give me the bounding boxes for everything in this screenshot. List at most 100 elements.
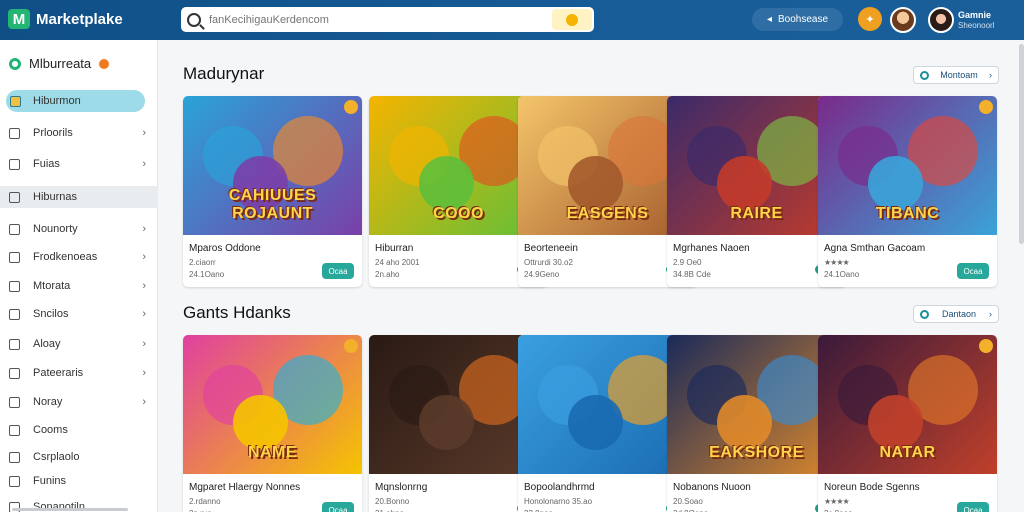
card-artwork[interactable]: TIBANC [818,96,997,235]
box-icon [9,251,20,263]
user-subtitle: Sheonoorl [958,21,995,30]
card-title[interactable]: Mparos Oddone [189,243,261,254]
top-bar: M Marketplake ◂ Boohsease ✦ Gamnie Sheon… [0,0,1024,40]
card-meta: 24.9Geno [524,270,560,279]
chevron-right-icon: › [142,223,146,235]
chevron-right-icon: › [142,127,146,139]
sidebar-item-label: Cooms [33,424,68,436]
artwork-title: TIBANC [875,205,940,222]
sidebar-item-label: Hiburmon [33,95,81,107]
character-illustration [419,156,474,211]
sidebar-item-label: Aloay [33,338,61,350]
favorite-icon[interactable] [979,100,993,114]
chevron-right-icon: › [989,70,992,80]
sidebar-item-label: Csrplaolo [33,451,80,463]
card-title[interactable]: Nobanons Nuoon [673,482,751,493]
sidebar-item[interactable]: Hiburnas [0,186,158,208]
sidebar-item-label: Mtorata [33,280,71,292]
sidebar-header: Mlburreata [9,56,110,71]
favorite-icon[interactable] [344,100,358,114]
product-card[interactable]: NATARNoreun Bode Sgenns★★★★2c.8aooOcaa [818,335,997,512]
favorite-icon[interactable] [979,339,993,353]
view-more-label: Dantaon [941,309,977,319]
sidebar-item[interactable]: Pateeraris › [0,362,158,384]
settings-icon [9,451,20,463]
sidebar-item[interactable]: Prloorils › [0,122,158,144]
card-artwork[interactable]: NAME [183,335,362,474]
coin-icon [566,13,578,26]
sidebar-item-label: Sncilos [33,308,69,320]
card-title[interactable]: Bopoolandhrmd [524,482,595,493]
bell-icon[interactable]: ✦ [858,7,882,31]
info-icon [9,475,20,487]
view-more-button[interactable]: Dantaon › [913,305,999,323]
view-more-button[interactable]: Montoam › [913,66,999,84]
product-card[interactable]: NAMEMgparet Hlaergy Nonnes2.rdanno2n.ruo… [183,335,362,512]
favorite-icon[interactable] [344,339,358,353]
card-meta: 20.Soao [673,497,703,506]
card-action-button[interactable]: Ocaa [957,263,989,279]
sidebar-item[interactable]: Hiburmon [6,90,145,112]
tag-icon [9,191,20,203]
card-artwork[interactable]: NATAR [818,335,997,474]
card-meta: 24.1Oano [824,270,860,279]
card-title[interactable]: Mqnslonrng [375,482,427,493]
sidebar-item-label: Nounorty [33,223,78,235]
sidebar-item-label: Funins [33,475,67,487]
sidebar-item[interactable]: Nounorty › [0,218,158,240]
artwork-title: CAHIUUES ROJAUNT [228,187,317,222]
view-more-label: Montoam [940,70,978,80]
sidebar-item[interactable]: Mtorata › [0,275,158,297]
card-action-button[interactable]: Ocaa [322,502,354,512]
card-title[interactable]: Mgparet Hlaergy Nonnes [189,482,300,493]
sidebar-scrollbar[interactable] [12,508,128,511]
sidebar-item-label: Prloorils [33,127,73,139]
artwork-title: EASGENS [566,205,649,222]
character-illustration [717,395,772,450]
header-cta-button[interactable]: ◂ Boohsease [752,8,843,31]
section-title-featured: Madurynar [183,64,265,83]
card-title[interactable]: Beorteneein [524,243,578,254]
card-title[interactable]: Mgrhanes Naoen [673,243,750,254]
app-logo[interactable]: M Marketplake [8,9,123,29]
sidebar-item[interactable]: Fuias › [0,153,158,175]
card-title[interactable]: Agna Smthan Gacoam [824,243,925,254]
grid-icon [9,127,20,139]
home-icon [10,95,21,107]
product-card[interactable]: TIBANC Agna Smthan Gacoam ★★★★ 24.1Oano Ocaa [818,96,997,287]
search-button[interactable] [552,9,592,30]
sidebar-item[interactable]: Noray › [0,391,158,413]
card-artwork[interactable]: CAHIUUES ROJAUNT [183,96,362,235]
sidebar-item-label: Pateeraris [33,367,84,379]
sidebar-item[interactable]: Aloay › [0,333,158,355]
chevron-right-icon: › [142,367,146,379]
card-action-button[interactable]: Ocaa [322,263,354,279]
card-action-button[interactable]: Ocaa [957,502,989,512]
sidebar-item[interactable]: Cooms [0,419,158,441]
main-scrollbar[interactable] [1019,44,1024,244]
cart-icon: ◂ [766,14,772,25]
card-meta: 24.1Oano [189,270,225,279]
product-card[interactable]: CAHIUUES ROJAUNT Mparos Oddone 2.ciaorr 24.… [183,96,362,287]
search-bar [181,7,594,32]
star-icon [9,308,20,320]
category-icon [9,57,21,70]
character-illustration [868,395,923,450]
search-input[interactable] [209,13,549,26]
card-title[interactable]: Hiburran [375,243,413,254]
card-meta: 24 aho 2001 [375,258,420,267]
artwork-title: EAKSHORE [709,444,804,461]
sidebar-item[interactable]: Sncilos › [0,303,158,325]
flag-icon [9,396,20,408]
card-title[interactable]: Noreun Bode Sgenns [824,482,920,493]
eye-icon [920,309,929,319]
chevron-right-icon: › [142,158,146,170]
character-illustration [233,395,288,450]
user-name[interactable]: Gamnie [958,10,991,20]
sidebar-item[interactable]: Csrplaolo [0,446,158,468]
avatar[interactable] [890,7,916,33]
chevron-right-icon: › [989,309,992,319]
sidebar-item[interactable]: Frodkenoeas › [0,246,158,268]
sidebar-item[interactable]: Funins [0,470,158,492]
user-avatar[interactable] [928,7,954,33]
